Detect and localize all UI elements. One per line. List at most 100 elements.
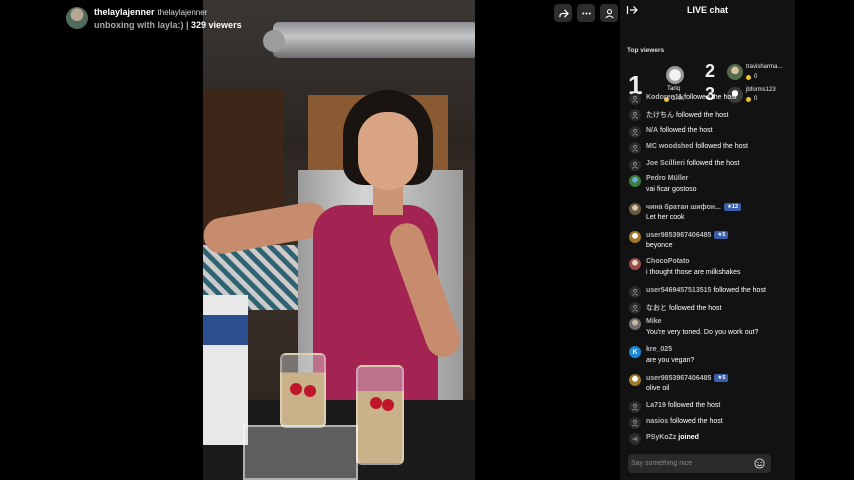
person-icon: [629, 417, 641, 429]
chat-avatar[interactable]: [629, 374, 641, 386]
host-title-row: unboxing with layla:) | 329 viewers: [94, 19, 242, 31]
share-button[interactable]: [554, 4, 572, 22]
live-stage: thelaylajenner thelaylajenner unboxing wi…: [0, 0, 620, 480]
share-icon: [558, 8, 569, 18]
top-viewer-name-3[interactable]: jbforms123: [746, 87, 776, 93]
chat-username[interactable]: N/A: [646, 127, 658, 134]
chat-event-line: PSyKoZz joined: [646, 434, 699, 441]
profile-button[interactable]: [600, 4, 618, 22]
chat-event-text: followed the host: [667, 402, 721, 409]
chat-input-wrapper: [628, 454, 771, 473]
video-strawberry: [370, 397, 382, 409]
chat-avatar[interactable]: [629, 258, 641, 270]
host-avatar[interactable]: [66, 7, 88, 29]
level-badge-value: 13: [731, 204, 738, 210]
stream-actions: [554, 4, 618, 22]
chat-event-line: N/A followed the host: [646, 127, 713, 134]
chat-avatar[interactable]: [629, 318, 641, 330]
video-strawberry: [304, 385, 316, 397]
person-icon: [629, 302, 641, 314]
emoji-icon[interactable]: [754, 458, 765, 469]
top-viewer-name-2[interactable]: travisharma...: [746, 64, 782, 70]
chat-event-text: followed the host: [713, 287, 766, 294]
coin-icon: [746, 96, 751, 102]
level-badge-value: 5: [722, 375, 726, 381]
chat-event-text: followed the host: [695, 143, 748, 150]
chat-username[interactable]: なおと: [646, 305, 667, 312]
chat-username[interactable]: чина братан шифон...: [646, 204, 721, 211]
collapse-chat-icon[interactable]: [626, 4, 638, 16]
chat-username[interactable]: MC woodshed: [646, 143, 693, 150]
viewer-count: 329 viewers: [191, 19, 242, 30]
chat-username[interactable]: user9853967406485: [646, 375, 711, 382]
join-icon: [629, 433, 641, 445]
chat-avatar[interactable]: [629, 231, 641, 243]
chat-event-text: followed the host: [675, 112, 729, 119]
top-viewer-score-2-value: 0: [754, 74, 758, 80]
chat-message-text: are you vegan?: [646, 357, 695, 364]
level-badge: ★13: [723, 203, 741, 211]
chat-avatar[interactable]: K: [629, 346, 641, 358]
top-viewer-avatar-2[interactable]: [727, 64, 743, 80]
host-text: thelaylajenner thelaylajenner unboxing wi…: [94, 6, 242, 31]
chat-event-line: Kodoren11 followed the host: [646, 94, 737, 101]
chat-event-text: joined: [678, 434, 699, 441]
chat-username[interactable]: user5469457513515: [646, 287, 711, 294]
chat-username[interactable]: La719: [646, 402, 666, 409]
video-jar-right: [356, 365, 404, 465]
chat-username[interactable]: kre_025: [646, 346, 672, 353]
video-plastic-box: [243, 425, 358, 480]
chat-title: LIVE chat: [686, 5, 728, 15]
chat-username[interactable]: Joe Scillieri: [646, 160, 685, 167]
host-info[interactable]: thelaylajenner thelaylajenner unboxing wi…: [66, 3, 242, 33]
host-name[interactable]: thelaylajenner: [94, 7, 155, 17]
chat-event-line: Joe Scillieri followed the host: [646, 160, 739, 167]
chat-username[interactable]: Kodoren11: [646, 94, 682, 101]
chat-username[interactable]: Pedro Müller: [646, 175, 688, 182]
chat-event-line: MC woodshed followed the host: [646, 143, 748, 150]
chat-event-text: followed the host: [684, 94, 737, 101]
video-arm-left: [203, 199, 331, 257]
chat-header: LIVE chat: [620, 0, 795, 20]
top-viewer-avatar-1[interactable]: [666, 66, 684, 84]
chat-username[interactable]: たけちん: [646, 112, 674, 119]
level-badge-value: 5: [722, 232, 726, 238]
title-separator: |: [183, 19, 192, 30]
person-icon: [629, 142, 641, 154]
chat-event-text: followed the host: [670, 418, 723, 425]
live-chat-panel: LIVE chat Top viewers 1 Tariq 2.4K 2 tra…: [620, 0, 795, 480]
chat-message-text: You're very toned. Do you work out?: [646, 329, 759, 336]
person-icon: [629, 93, 641, 105]
chat-input[interactable]: [631, 454, 751, 473]
chat-username[interactable]: user9853967406485: [646, 232, 711, 239]
video-strawberry: [382, 399, 394, 411]
top-viewer-name-1[interactable]: Tariq: [667, 86, 680, 92]
chat-message-text: vai ficar gostoso: [646, 186, 697, 193]
chat-message-text: olive oil: [646, 385, 670, 392]
top-viewer-score-3-value: 0: [754, 96, 758, 102]
chat-avatar[interactable]: [629, 203, 641, 215]
chat-username[interactable]: nasios: [646, 418, 668, 425]
person-icon: [629, 401, 641, 413]
chat-username[interactable]: Mike: [646, 318, 662, 325]
chat-avatar[interactable]: [629, 175, 641, 187]
top-viewers-label[interactable]: Top viewers: [627, 47, 664, 54]
chat-username[interactable]: PSyKoZz: [646, 434, 676, 441]
chat-message-text: beyonce: [646, 242, 673, 249]
stream-title: unboxing with layla:): [94, 19, 184, 30]
top-viewer-score-2: 0: [746, 74, 757, 80]
chat-event-text: followed the host: [668, 305, 722, 312]
live-video[interactable]: [203, 0, 475, 480]
video-ceiling-duct: [263, 22, 475, 58]
chat-event-line: La719 followed the host: [646, 402, 720, 409]
coin-icon: [746, 74, 751, 80]
level-badge: ★5: [714, 231, 729, 239]
person-icon: [629, 126, 641, 138]
chat-username[interactable]: ChocoPotato: [646, 258, 690, 265]
chat-event-text: followed the host: [686, 160, 740, 167]
right-margin: [795, 0, 854, 480]
top-viewer-rank-2: 2: [705, 61, 716, 81]
more-button[interactable]: [577, 4, 595, 22]
more-icon: [581, 11, 591, 15]
chat-message-text: i thought those are milkshakes: [646, 269, 741, 276]
